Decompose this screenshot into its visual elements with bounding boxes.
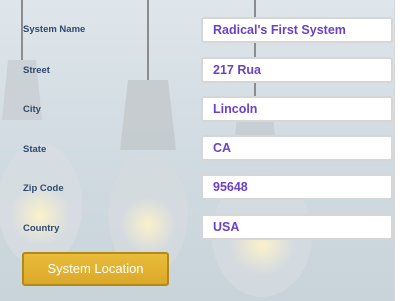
street-label: Street	[23, 65, 50, 76]
right-edge-strip	[394, 0, 404, 301]
state-label: State	[23, 144, 47, 155]
country-label: Country	[23, 223, 60, 234]
city-field[interactable]	[201, 96, 393, 122]
system-location-button[interactable]: System Location	[22, 252, 169, 286]
zip-code-label: Zip Code	[23, 183, 64, 194]
system-name-label: System Name	[23, 24, 86, 35]
street-field[interactable]	[201, 57, 393, 83]
zip-code-field[interactable]	[201, 174, 393, 200]
system-name-field[interactable]	[201, 17, 393, 43]
system-location-form: System Name Street City State Zip Code C…	[0, 0, 404, 301]
city-label: City	[23, 104, 41, 115]
state-field[interactable]	[201, 135, 393, 161]
country-field[interactable]	[201, 214, 393, 240]
